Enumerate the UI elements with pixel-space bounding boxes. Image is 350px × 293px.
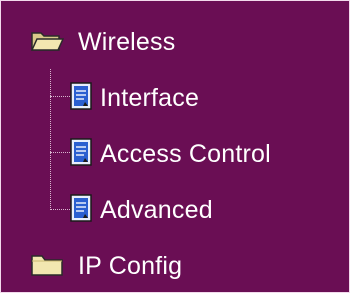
tree-item-wireless-label: Wireless (78, 28, 176, 56)
tree-item-advanced-label: Advanced (100, 196, 213, 224)
tree-item-access-control-label: Access Control (100, 140, 271, 168)
document-icon (70, 193, 92, 227)
tree-item-interface-label: Interface (100, 84, 200, 112)
tree-item-access-control[interactable]: Access Control (70, 134, 271, 174)
document-icon (70, 81, 92, 115)
tree-connector-vertical (50, 69, 51, 210)
tree-item-ip-config[interactable]: IP Config (30, 246, 182, 286)
tree-item-advanced[interactable]: Advanced (70, 190, 213, 230)
tree-connector-access-control (50, 152, 72, 153)
tree-connector-advanced (50, 209, 72, 210)
tree-item-interface[interactable]: Interface (70, 78, 199, 118)
folder-closed-icon (30, 250, 64, 283)
tree-item-wireless[interactable]: Wireless (30, 22, 175, 62)
document-icon (70, 137, 92, 171)
tree-connector-interface (50, 96, 72, 97)
folder-open-icon (30, 26, 65, 59)
tree-item-ip-config-label: IP Config (78, 252, 183, 280)
